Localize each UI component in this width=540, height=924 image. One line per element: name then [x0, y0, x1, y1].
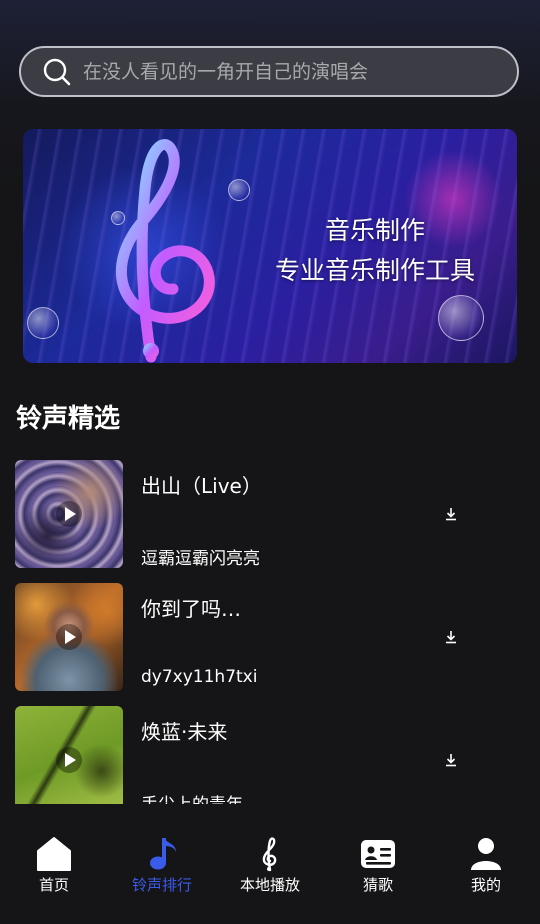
song-artist: 逗霸逗霸闪亮亮 [141, 549, 260, 569]
nav-item-guess-song[interactable]: 猜歌 [324, 820, 432, 920]
nav-label: 本地播放 [239, 876, 300, 894]
nav-item-mine[interactable]: 我的 [432, 820, 540, 920]
user-icon [471, 838, 501, 870]
treble-clef-icon [262, 837, 277, 872]
bottom-nav: 首页 铃声排行 本地播放 猜歌 我的 [0, 820, 540, 924]
download-icon[interactable] [444, 507, 458, 521]
nav-item-home[interactable]: 首页 [0, 820, 108, 920]
search-icon [43, 58, 71, 86]
search-input[interactable] [81, 59, 517, 84]
play-icon[interactable] [56, 747, 82, 773]
play-icon[interactable] [56, 501, 82, 527]
song-artist: 手尖上的青年 [141, 790, 243, 804]
song-title: 出山（Live） [141, 474, 262, 498]
song-cover[interactable] [15, 706, 123, 804]
nav-label: 铃声排行 [131, 876, 192, 894]
list-item[interactable]: 出山（Live） 逗霸逗霸闪亮亮 [0, 460, 540, 569]
bubble-decoration [228, 179, 250, 201]
song-cover[interactable] [15, 583, 123, 691]
bubble-decoration [111, 211, 125, 225]
music-note-icon [150, 838, 176, 870]
download-icon[interactable] [444, 753, 458, 767]
nav-label: 我的 [470, 876, 501, 894]
search-bar[interactable] [19, 46, 519, 97]
song-cover[interactable] [15, 460, 123, 568]
bubble-decoration [27, 307, 59, 339]
nav-item-ringtone-rank[interactable]: 铃声排行 [108, 820, 216, 920]
nav-item-local-play[interactable]: 本地播放 [216, 820, 324, 920]
bubble-decoration [438, 295, 484, 341]
download-icon[interactable] [444, 630, 458, 644]
song-list: 出山（Live） 逗霸逗霸闪亮亮 你到了吗… dy7xy11h7txi 焕蓝·未… [0, 460, 540, 804]
song-artist: dy7xy11h7txi [141, 667, 258, 687]
banner-subtitle: 专业音乐制作工具 [274, 256, 475, 285]
id-card-icon [361, 840, 395, 868]
banner-title: 音乐制作 [324, 216, 425, 245]
promo-banner[interactable]: 音乐制作 专业音乐制作工具 [23, 129, 517, 363]
home-icon [37, 837, 71, 871]
list-item[interactable]: 焕蓝·未来 手尖上的青年 [0, 706, 540, 804]
nav-label: 首页 [38, 876, 69, 894]
section-title: 铃声精选 [16, 404, 121, 434]
treble-clef-graphic-icon [116, 139, 215, 363]
nav-label: 猜歌 [362, 876, 393, 894]
play-icon[interactable] [56, 624, 82, 650]
song-title: 你到了吗… [141, 597, 241, 621]
list-item[interactable]: 你到了吗… dy7xy11h7txi [0, 583, 540, 691]
song-title: 焕蓝·未来 [141, 720, 228, 744]
